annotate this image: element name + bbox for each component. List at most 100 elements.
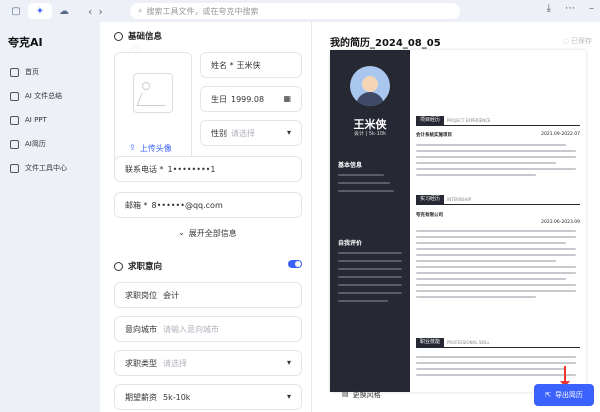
text-line: [416, 248, 576, 250]
search-icon: ⌕: [138, 6, 143, 15]
text-line: [416, 368, 566, 370]
text-line: [416, 162, 556, 164]
resume-section-header: 项目经历 PROJECT EXPERIENCE: [416, 116, 491, 125]
resume-self-header: 自我评价: [338, 240, 363, 247]
resume-section-header: 职业技能 PROFESSIONAL SKILL: [416, 338, 490, 347]
sidebar-item-label: 文件工具中心: [25, 164, 67, 172]
home-tab-icon[interactable]: ▢: [4, 3, 28, 19]
target-icon: [114, 261, 123, 271]
check-icon: ◌: [562, 37, 569, 45]
resume-main: 项目经历 PROJECT EXPERIENCE 会计系统实施项目 2021.09…: [410, 50, 586, 392]
image-placeholder-icon: [133, 73, 173, 113]
text-line: [338, 284, 402, 286]
chevron-down-icon: ▾: [286, 392, 291, 401]
section-item-title: 会计系统实施项目: [416, 133, 452, 138]
export-icon: ⇱: [545, 391, 551, 399]
forward-icon[interactable]: ›: [98, 5, 102, 18]
save-status: ◌ 已保存: [562, 37, 592, 45]
text-line: [338, 252, 402, 254]
sidebar-item-ai-ppt[interactable]: AI PPT: [0, 108, 100, 132]
export-resume-button[interactable]: ⇱ 导出简历: [534, 384, 594, 406]
resume-preview-panel: 我的简历_2024_08_05 ◌ 已保存 王米侠 会计 | 5k-10k 基本…: [312, 22, 600, 412]
text-line: [416, 260, 556, 262]
resume-subtitle: 会计 | 5k-10k: [353, 131, 386, 137]
text-line: [416, 284, 576, 286]
text-line: [338, 292, 402, 294]
resume-section-header: 实习经历 INTERNSHIP: [416, 195, 471, 204]
text-line: [338, 190, 394, 192]
ai-tab-icon[interactable]: ✦: [28, 3, 52, 19]
resume-basic-header: 基本信息: [338, 162, 363, 169]
job-type-select[interactable]: 求职类型 请选择 ▾: [114, 350, 302, 376]
chevron-down-icon: ▾: [286, 358, 291, 367]
home-icon: [10, 67, 19, 77]
minimize-icon[interactable]: –: [589, 3, 594, 14]
user-icon: [114, 31, 123, 41]
chevron-down-icon: ⌄: [178, 228, 185, 237]
email-field[interactable]: 邮箱 * 8••••••@qq.com: [114, 192, 302, 218]
more-icon[interactable]: ⋯: [565, 3, 575, 14]
text-line: [416, 296, 536, 298]
text-line: [416, 356, 576, 358]
job-intent-toggle[interactable]: [288, 260, 302, 268]
birthday-field[interactable]: 生日 1999.08 ▦: [200, 86, 302, 112]
text-line: [416, 242, 566, 244]
text-line: [416, 168, 576, 170]
sidebar-item-label: AI简历: [25, 140, 46, 148]
sidebar-item-home[interactable]: 首页: [0, 60, 100, 84]
gender-select[interactable]: 性别 请选择 ▾: [200, 120, 302, 146]
text-line: [338, 260, 402, 262]
sidebar-nav: 首页 AI 文件总结 AI PPT AI简历 文件工具中心: [0, 60, 100, 180]
section-title: 求职意向: [128, 262, 163, 272]
sidebar-item-ai-summary[interactable]: AI 文件总结: [0, 84, 100, 108]
palette-icon: ▤: [342, 390, 349, 398]
text-line: [338, 182, 390, 184]
folder-icon: [10, 163, 19, 173]
text-line: [416, 290, 576, 292]
text-line: [416, 236, 576, 238]
cloud-tab-icon[interactable]: ☁: [52, 3, 76, 19]
city-field[interactable]: 意向城市 请输入意向城市: [114, 316, 302, 342]
salary-select[interactable]: 期望薪资 5k-10k ▾: [114, 384, 302, 410]
nav-buttons: ‹ ›: [88, 5, 103, 18]
divider: [416, 125, 580, 126]
text-line: [416, 144, 566, 146]
sidebar-item-label: AI PPT: [25, 116, 47, 124]
text-line: [338, 268, 402, 270]
search-input[interactable]: ⌕ 搜索工具文件，或在夸克中搜索: [130, 3, 460, 19]
sidebar-item-file-tools[interactable]: 文件工具中心: [0, 156, 100, 180]
title-bar: ▢ ✦ ☁ ‹ › ⌕ 搜索工具文件，或在夸克中搜索 ⤓ ⋯ –: [0, 0, 600, 22]
document-icon: [10, 91, 19, 101]
resume-form-panel: 文 基础信息 ⇪ 上传头像 姓名 * 王米侠 生日 1999.08 ▦ 性别 请…: [100, 22, 312, 412]
position-field[interactable]: 求职岗位 会计: [114, 282, 302, 308]
upload-avatar-button[interactable]: ⇪ 上传头像: [129, 143, 172, 154]
text-line: [416, 272, 576, 274]
window-controls: ⤓ ⋯ –: [547, 3, 594, 14]
chevron-down-icon: ▾: [286, 128, 291, 137]
text-line: [416, 150, 576, 152]
calendar-icon[interactable]: ▦: [283, 94, 291, 103]
sidebar-item-label: AI 文件总结: [25, 92, 63, 100]
sidebar-item-ai-resume[interactable]: AI简历: [0, 132, 100, 156]
avatar-upload[interactable]: ⇪ 上传头像: [114, 52, 192, 164]
search-placeholder: 搜索工具文件，或在夸克中搜索: [146, 6, 259, 16]
download-icon[interactable]: ⤓: [547, 3, 551, 14]
name-field[interactable]: 姓名 * 王米侠: [200, 52, 302, 78]
text-line: [416, 174, 536, 176]
resume-avatar: [350, 66, 390, 106]
brand-title: 夸克AI: [8, 36, 43, 49]
back-icon[interactable]: ‹: [88, 5, 92, 18]
basic-info-header: 基础信息: [100, 30, 162, 42]
resume-document[interactable]: 王米侠 会计 | 5k-10k 基本信息 自我评价 项目经历 PROJECT E…: [330, 50, 586, 392]
change-style-button[interactable]: ▤ 更换风格: [342, 390, 381, 400]
section-item-date: 2021.09-2022.07: [541, 132, 580, 137]
text-line: [416, 374, 576, 376]
job-intent-header: 求职意向: [100, 260, 162, 272]
resume-sidebar: 王米侠 会计 | 5k-10k 基本信息 自我评价: [330, 50, 410, 392]
red-arrow-annotation: [560, 366, 570, 387]
expand-all-button[interactable]: ⌄ 展开全部信息: [178, 228, 237, 239]
section-item-date: 2023.06-2023.09: [541, 220, 580, 225]
resume-title: 我的简历_2024_08_05: [330, 38, 441, 49]
phone-field[interactable]: 联系电话 * 1••••••••1: [114, 156, 302, 182]
text-line: [416, 230, 576, 232]
